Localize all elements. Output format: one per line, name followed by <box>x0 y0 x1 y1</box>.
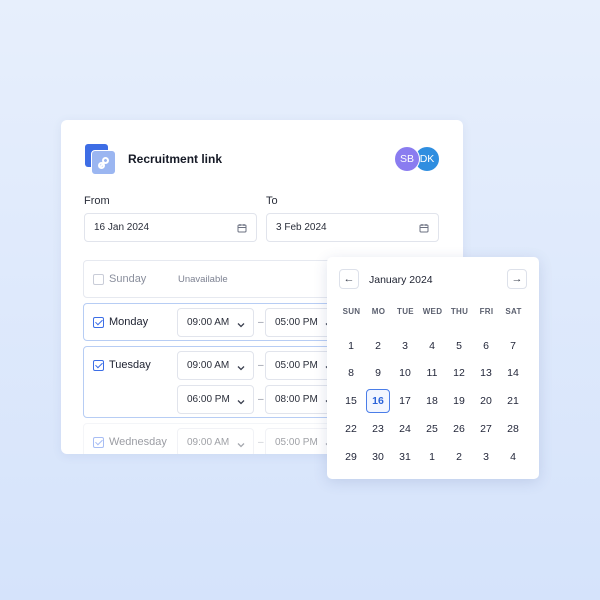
chevron-down-icon <box>237 397 245 408</box>
tuesday-checkbox[interactable] <box>93 360 104 371</box>
start-time-select[interactable]: 06:00 PM <box>177 385 254 414</box>
calendar-day[interactable]: 1 <box>420 445 444 469</box>
from-date-field[interactable]: 16 Jan 2024 <box>84 213 257 242</box>
arrow-right-icon: → <box>511 273 523 285</box>
calendar-day[interactable]: 15 <box>339 389 363 413</box>
calendar-day[interactable]: 26 <box>447 417 471 441</box>
calendar-day[interactable]: 3 <box>474 445 498 469</box>
calendar-day[interactable]: 22 <box>339 417 363 441</box>
end-time-value: 05:00 PM <box>275 317 318 328</box>
weekday-header: SAT <box>505 307 522 316</box>
from-label: From <box>84 195 110 207</box>
calendar-day[interactable]: 27 <box>474 417 498 441</box>
chevron-down-icon <box>237 320 245 331</box>
calendar-icon <box>419 223 429 236</box>
calendar-day[interactable]: 2 <box>447 445 471 469</box>
card-title: Recruitment link <box>128 152 223 166</box>
calendar-day[interactable]: 30 <box>366 445 390 469</box>
end-time-value: 08:00 PM <box>275 394 318 405</box>
from-date-value: 16 Jan 2024 <box>94 222 150 233</box>
start-time-select[interactable]: 09:00 AM <box>177 351 254 380</box>
start-time-value: 09:00 AM <box>187 317 230 328</box>
next-month-button[interactable]: → <box>507 269 527 289</box>
calendar-day[interactable]: 18 <box>420 389 444 413</box>
time-dash: – <box>258 360 264 371</box>
weekday-header: SUN <box>342 307 361 316</box>
start-time-value: 06:00 PM <box>187 394 230 405</box>
date-picker-popup: ← January 2024 → SUN MO TUE WED THU FRI SAT 1 2 3… <box>327 257 539 479</box>
calendar-day[interactable]: 2 <box>366 334 390 358</box>
weekday-header: MO <box>371 307 386 316</box>
calendar-day[interactable]: 28 <box>501 417 525 441</box>
calendar-day[interactable]: 24 <box>393 417 417 441</box>
day-name: Monday <box>109 316 149 328</box>
calendar-day[interactable]: 10 <box>393 361 417 385</box>
calendar-day[interactable]: 1 <box>339 334 363 358</box>
end-time-value: 05:00 PM <box>275 360 318 371</box>
calendar-day[interactable]: 29 <box>339 445 363 469</box>
day-name: Sunday <box>109 273 147 285</box>
time-dash: – <box>258 437 264 448</box>
month-label: January 2024 <box>369 274 433 286</box>
calendar-day[interactable]: 20 <box>474 389 498 413</box>
calendar-day[interactable]: 11 <box>420 361 444 385</box>
weekday-header: FRI <box>479 307 494 316</box>
weekday-header: WED <box>422 307 443 316</box>
end-time-value: 05:00 PM <box>275 437 318 448</box>
to-date-field[interactable]: 3 Feb 2024 <box>266 213 439 242</box>
calendar-day[interactable]: 23 <box>366 417 390 441</box>
start-time-select[interactable]: 09:00 AM <box>177 308 254 337</box>
time-dash: – <box>258 394 264 405</box>
calendar-day[interactable]: 25 <box>420 417 444 441</box>
chevron-down-icon <box>237 440 245 451</box>
start-time-value: 09:00 AM <box>187 437 230 448</box>
calendar-day[interactable]: 5 <box>447 334 471 358</box>
time-dash: – <box>258 317 264 328</box>
calendar-day[interactable]: 31 <box>393 445 417 469</box>
prev-month-button[interactable]: ← <box>339 269 359 289</box>
calendar-day[interactable]: 7 <box>501 334 525 358</box>
calendar-day[interactable]: 17 <box>393 389 417 413</box>
calendar-day[interactable]: 14 <box>501 361 525 385</box>
calendar-icon <box>237 223 247 236</box>
calendar-day[interactable]: 8 <box>339 361 363 385</box>
day-name: Wednesday <box>109 436 167 448</box>
avatar[interactable]: SB <box>394 146 420 172</box>
calendar-day[interactable]: 13 <box>474 361 498 385</box>
wednesday-checkbox[interactable] <box>93 437 104 448</box>
day-name: Tuesday <box>109 359 151 371</box>
calendar-day[interactable]: 9 <box>366 361 390 385</box>
monday-checkbox[interactable] <box>93 317 104 328</box>
calendar-day[interactable]: 4 <box>420 334 444 358</box>
to-date-value: 3 Feb 2024 <box>276 222 327 233</box>
weekday-header: TUE <box>397 307 414 316</box>
calendar-day[interactable]: 12 <box>447 361 471 385</box>
to-label: To <box>266 195 278 207</box>
start-time-value: 09:00 AM <box>187 360 230 371</box>
arrow-left-icon: ← <box>343 273 355 285</box>
calendar-day[interactable]: 6 <box>474 334 498 358</box>
calendar-day-selected[interactable]: 16 <box>366 389 390 413</box>
weekday-header: THU <box>450 307 469 316</box>
calendar-day[interactable]: 19 <box>447 389 471 413</box>
calendar-day[interactable]: 21 <box>501 389 525 413</box>
calendar-day[interactable]: 4 <box>501 445 525 469</box>
sunday-checkbox[interactable] <box>93 274 104 285</box>
start-time-select[interactable]: 09:00 AM <box>177 428 254 454</box>
calendar-day[interactable]: 3 <box>393 334 417 358</box>
link-logo-icon <box>85 144 117 176</box>
chevron-down-icon <box>237 363 245 374</box>
unavailable-label: Unavailable <box>178 274 228 285</box>
